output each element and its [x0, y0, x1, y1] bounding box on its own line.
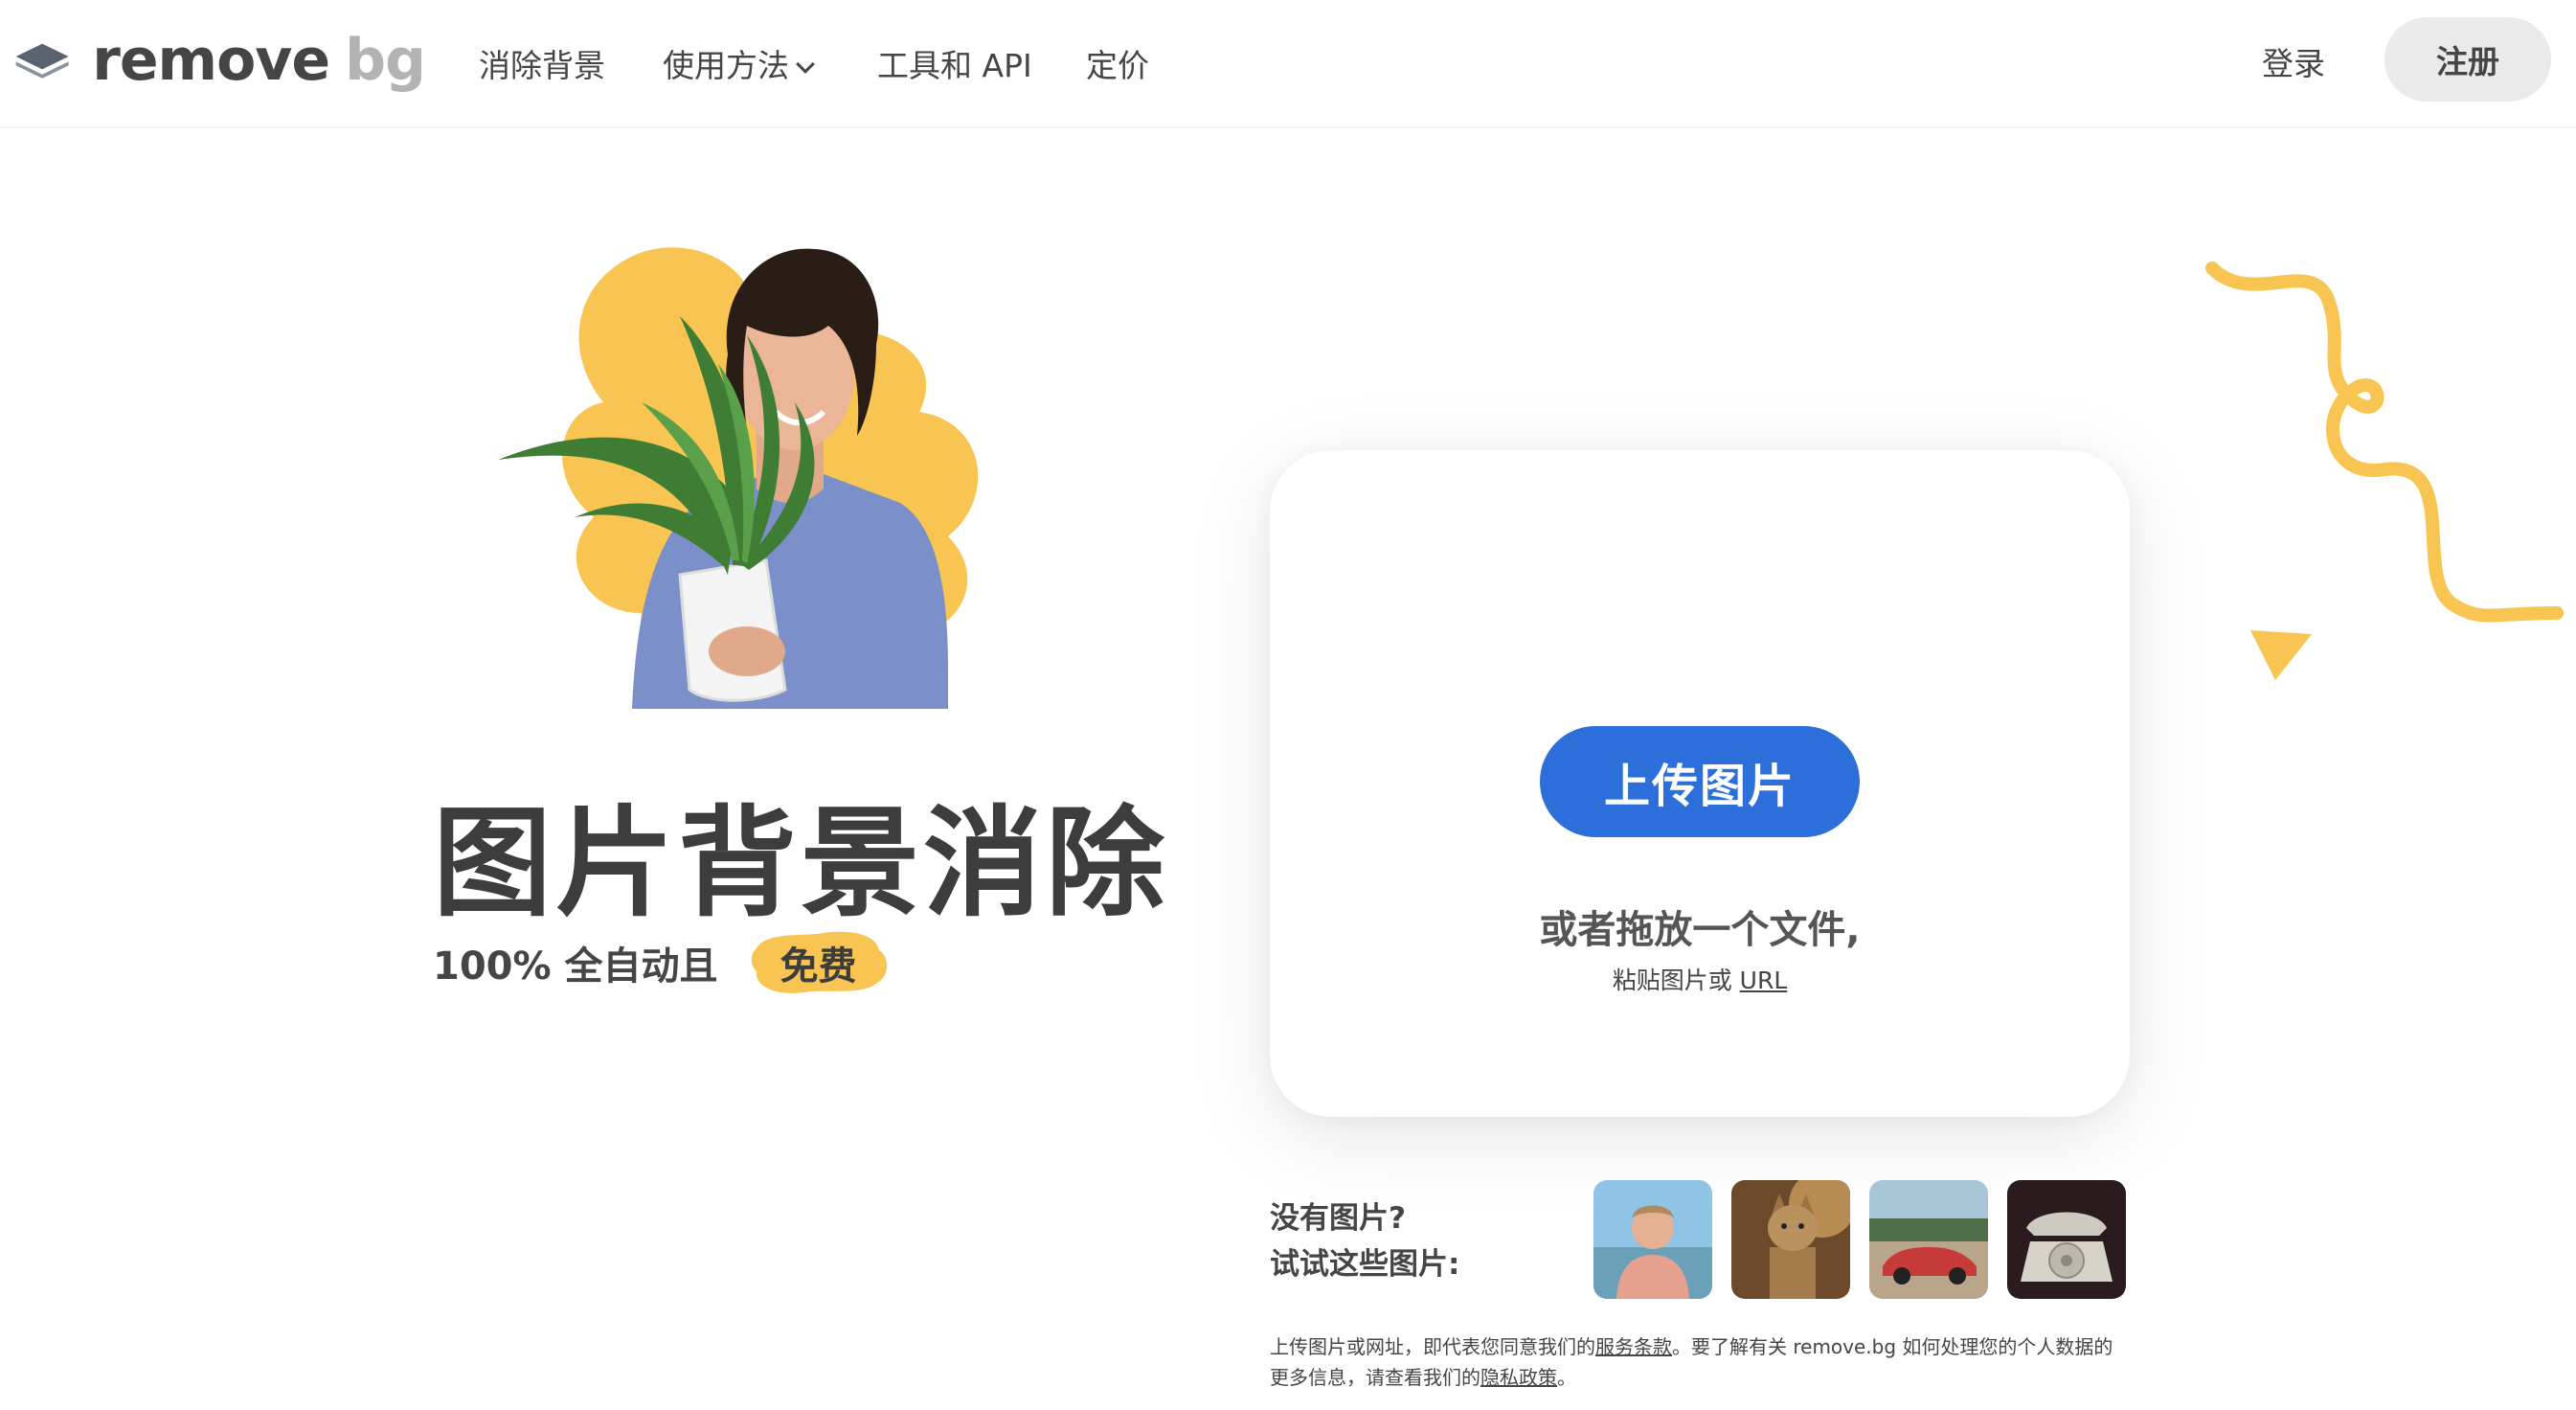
nav-tools-api[interactable]: 工具和 API: [877, 40, 1032, 86]
legal-text-3: 。: [1557, 1366, 1576, 1389]
logo-wordmark: remove bg: [92, 32, 426, 89]
logo[interactable]: remove bg: [13, 27, 426, 94]
chevron-down-icon: [796, 55, 815, 74]
samples-label-line2: 试试这些图片:: [1270, 1247, 1460, 1282]
logo-icon: [15, 43, 69, 79]
hero-title: 图片背景消除: [433, 795, 1169, 933]
free-badge-label: 免费: [780, 944, 857, 989]
squiggle-line-shape: [2205, 262, 2564, 623]
triangle-shape: [2250, 630, 2312, 680]
nav-how-to[interactable]: 使用方法: [663, 40, 815, 86]
top-header: remove bg 消除背景 使用方法 工具和 API 定价 登录 注册: [0, 0, 2576, 128]
samples-label: 没有图片? 试试这些图片:: [1270, 1195, 1459, 1287]
sample-thumb-cat[interactable]: [1731, 1180, 1850, 1299]
legal-text-1: 上传图片或网址，即代表您同意我们的: [1270, 1335, 1595, 1358]
samples-label-line1: 没有图片?: [1270, 1201, 1406, 1236]
sample-thumb-car[interactable]: [1869, 1180, 1988, 1299]
telephone-sample-icon: [2007, 1180, 2126, 1299]
login-link[interactable]: 登录: [2262, 38, 2325, 84]
paste-hint-text: 粘贴图片或: [1612, 967, 1732, 994]
privacy-policy-link[interactable]: 隐私政策: [1480, 1366, 1557, 1389]
sample-thumb-person[interactable]: [1593, 1180, 1712, 1299]
logo-word-bg: bg: [345, 27, 426, 94]
upload-image-button[interactable]: 上传图片: [1540, 726, 1860, 837]
upload-card[interactable]: 上传图片 或者拖放一个文件, 粘贴图片或 URL: [1270, 450, 2130, 1117]
terms-of-service-link[interactable]: 服务条款: [1595, 1335, 1672, 1358]
nav-how-to-label: 使用方法: [663, 47, 789, 84]
hero-illustration: [498, 247, 979, 709]
signup-button[interactable]: 注册: [2384, 17, 2551, 102]
squiggle-decoration: [2205, 262, 2564, 680]
nav-remove-background[interactable]: 消除背景: [479, 40, 605, 86]
logo-word-remove: remove: [92, 27, 330, 94]
paste-hint: 粘贴图片或 URL: [1270, 962, 2130, 996]
sample-thumb-telephone[interactable]: [2007, 1180, 2126, 1299]
car-sample-icon: [1869, 1180, 1988, 1299]
cat-sample-icon: [1731, 1180, 1850, 1299]
legal-notice: 上传图片或网址，即代表您同意我们的服务条款。要了解有关 remove.bg 如何…: [1270, 1331, 2132, 1393]
drop-file-text: 或者拖放一个文件,: [1539, 908, 1861, 952]
hero-subtitle-text: 100% 全自动且: [433, 944, 718, 989]
hero-subtitle: 100% 全自动且 免费: [433, 929, 891, 996]
free-badge: 免费: [747, 929, 891, 996]
nav-pricing[interactable]: 定价: [1086, 40, 1149, 86]
paste-url-link[interactable]: URL: [1740, 967, 1788, 994]
person-sample-icon: [1593, 1180, 1712, 1299]
person-hand-shape: [709, 626, 785, 676]
